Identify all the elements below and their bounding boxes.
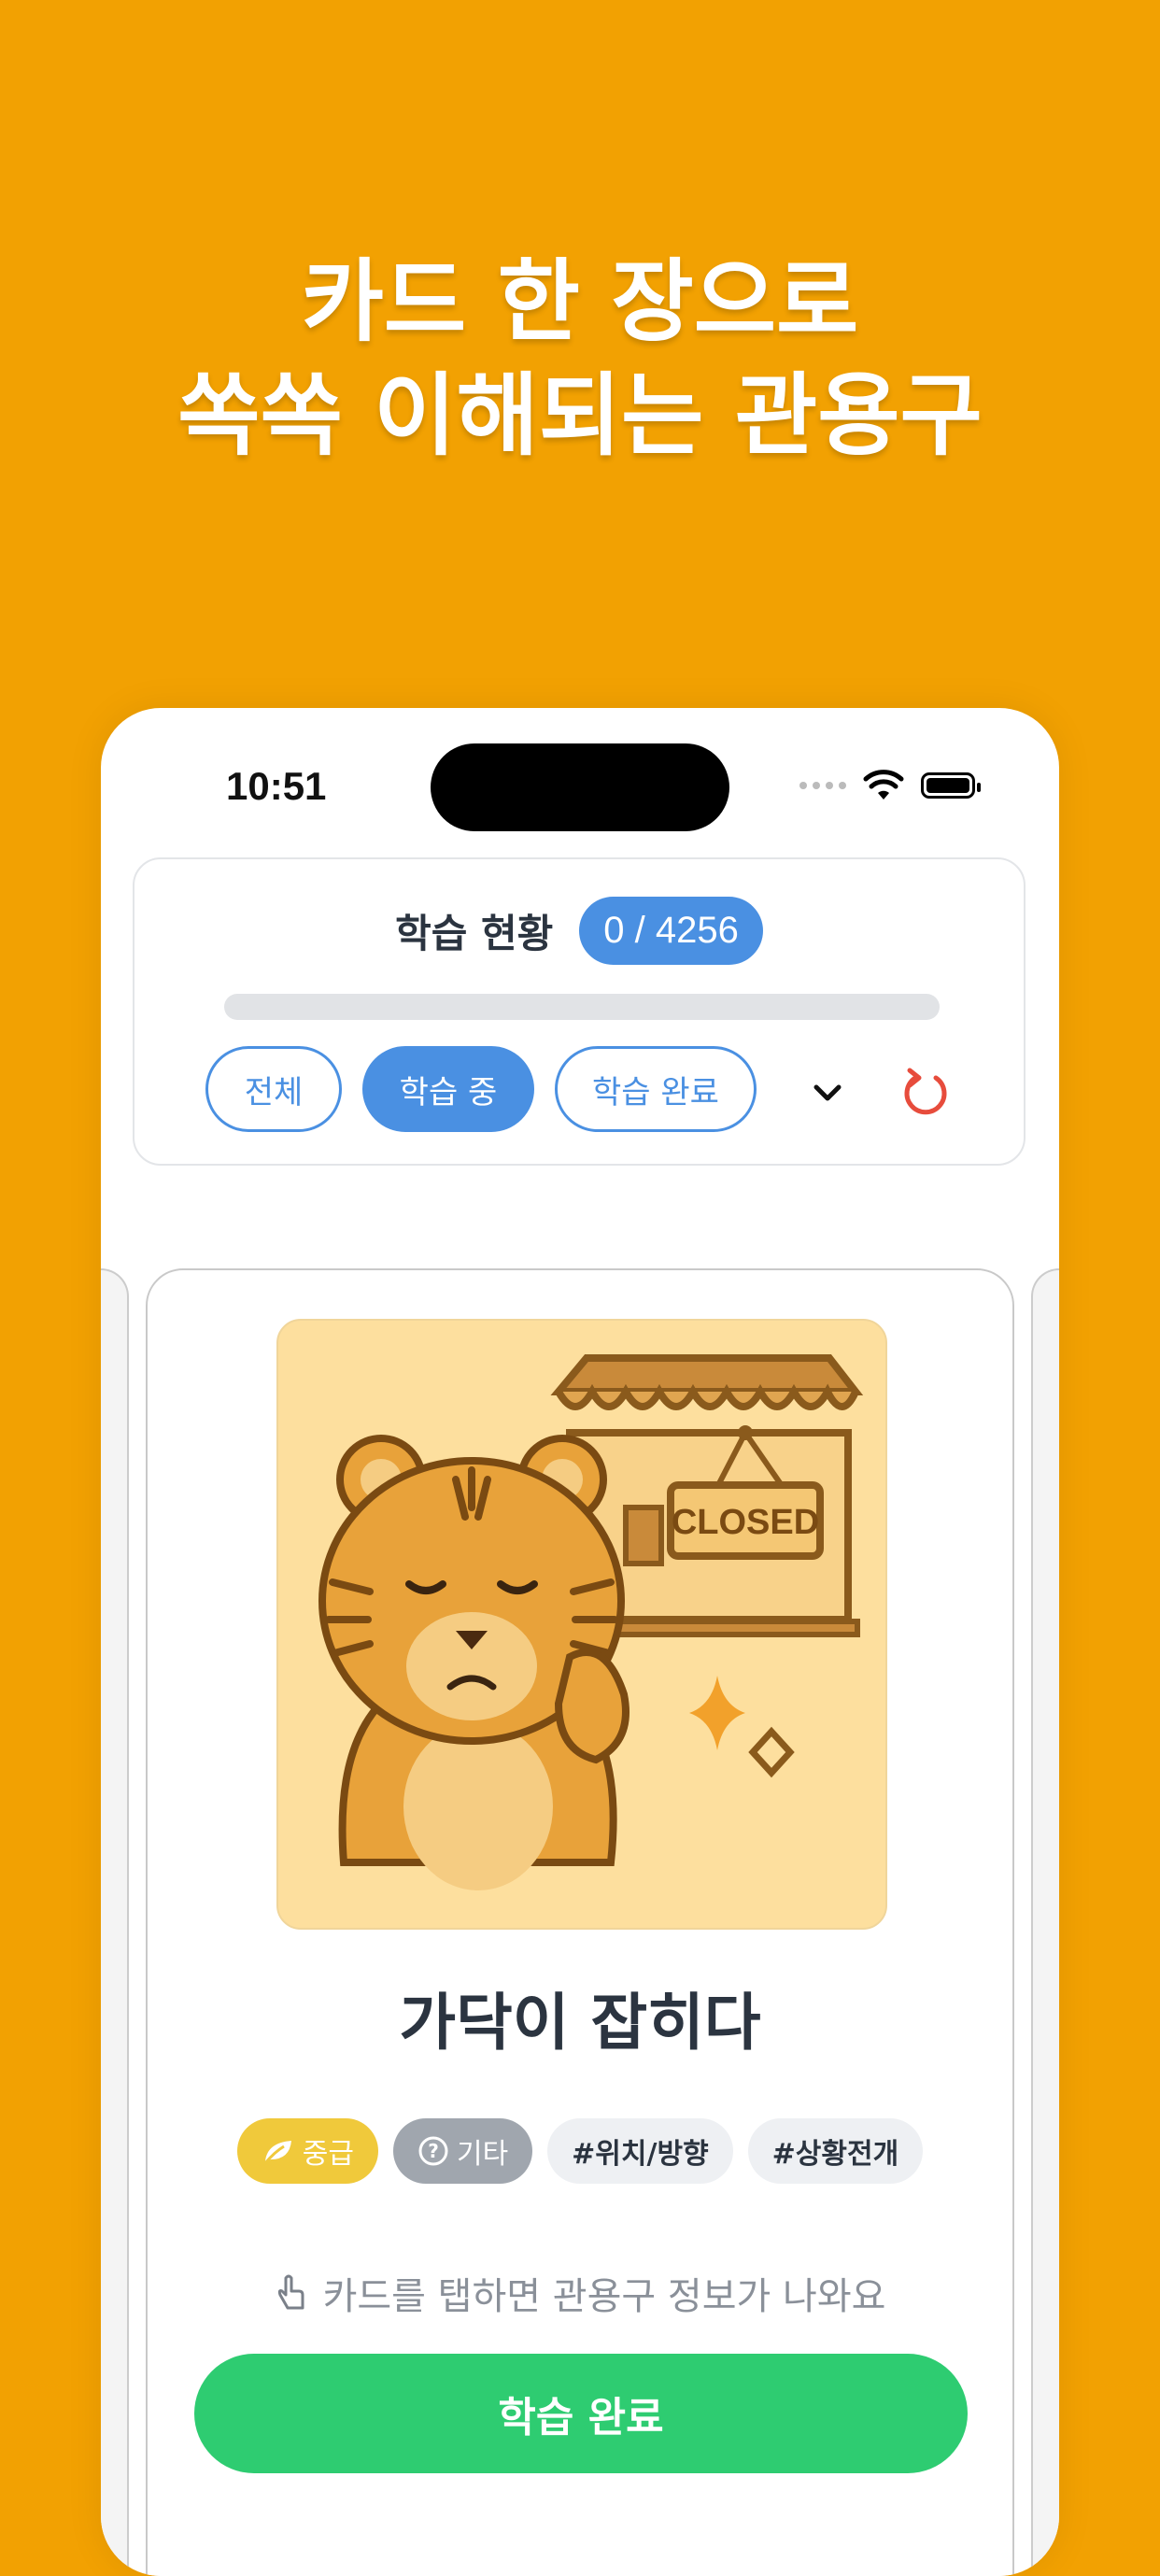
leaf-icon [263, 2141, 291, 2164]
status-time: 10:51 [226, 764, 327, 808]
next-card-edge[interactable] [1031, 1268, 1059, 2576]
promo-line-2: 쏙쏙 이해되는 관용구 [177, 363, 983, 468]
reset-icon[interactable] [898, 1065, 953, 1119]
chevron-down-icon[interactable] [807, 1072, 848, 1113]
level-tag: 중급 [236, 2118, 378, 2184]
tiger-illustration: CLOSED [276, 1319, 887, 1930]
tap-hint-text: 카드를 탭하면 관용구 정보가 나와요 [322, 2275, 886, 2318]
category-tag: ? 기타 [392, 2118, 533, 2184]
tap-hint: 카드를 탭하면 관용구 정보가 나와요 [148, 2266, 1012, 2320]
level-tag-label: 중급 [302, 2138, 354, 2171]
tiger-closed-shop-image: CLOSED [318, 1354, 864, 1890]
signal-dots-icon [799, 782, 846, 789]
tag-list: 중급 ? 기타 #위치/방향 #상황전개 [148, 2118, 1012, 2184]
phone-frame: 10:51 학습 현황 0 / 4256 전체 학습 중 학습 완료 CLOSE… [101, 708, 1059, 2576]
hashtag-position: #위치/방향 [547, 2118, 733, 2184]
progress-header: 학습 현황 0 / 4256 [134, 897, 1024, 965]
tap-hand-icon [277, 2274, 304, 2310]
dynamic-island [431, 743, 729, 831]
battery-icon [921, 772, 981, 799]
progress-count-badge: 0 / 4256 [579, 897, 763, 965]
svg-text:?: ? [428, 2140, 439, 2162]
promo-line-1: 카드 한 장으로 [301, 249, 859, 354]
filter-tabs: 전체 학습 중 학습 완료 [205, 1046, 757, 1132]
wifi-icon [863, 770, 904, 800]
filter-completed-button[interactable]: 학습 완료 [555, 1046, 757, 1132]
filter-all-button[interactable]: 전체 [205, 1046, 342, 1132]
hashtag-situation: #상황전개 [747, 2118, 924, 2184]
status-icons [799, 770, 981, 801]
promo-headline: 카드 한 장으로 쏙쏙 이해되는 관용구 [0, 245, 1160, 473]
category-tag-label: 기타 [456, 2138, 509, 2171]
idiom-card[interactable]: CLOSED 가닥이 잡히다 중급 ? 기타 #위치/방향 #상황전개 카드를 … [146, 1268, 1014, 2576]
progress-card: 학습 현황 0 / 4256 전체 학습 중 학습 완료 [133, 857, 1026, 1166]
closed-sign-text: CLOSED [672, 1503, 819, 1542]
question-circle-icon: ? [418, 2136, 448, 2166]
idiom-word: 가닥이 잡히다 [399, 1987, 761, 2059]
progress-label: 학습 현황 [395, 911, 554, 956]
complete-learning-button[interactable]: 학습 완료 [194, 2354, 968, 2473]
filter-learning-button[interactable]: 학습 중 [362, 1046, 534, 1132]
previous-card-edge[interactable] [101, 1268, 129, 2576]
progress-bar [224, 994, 940, 1020]
